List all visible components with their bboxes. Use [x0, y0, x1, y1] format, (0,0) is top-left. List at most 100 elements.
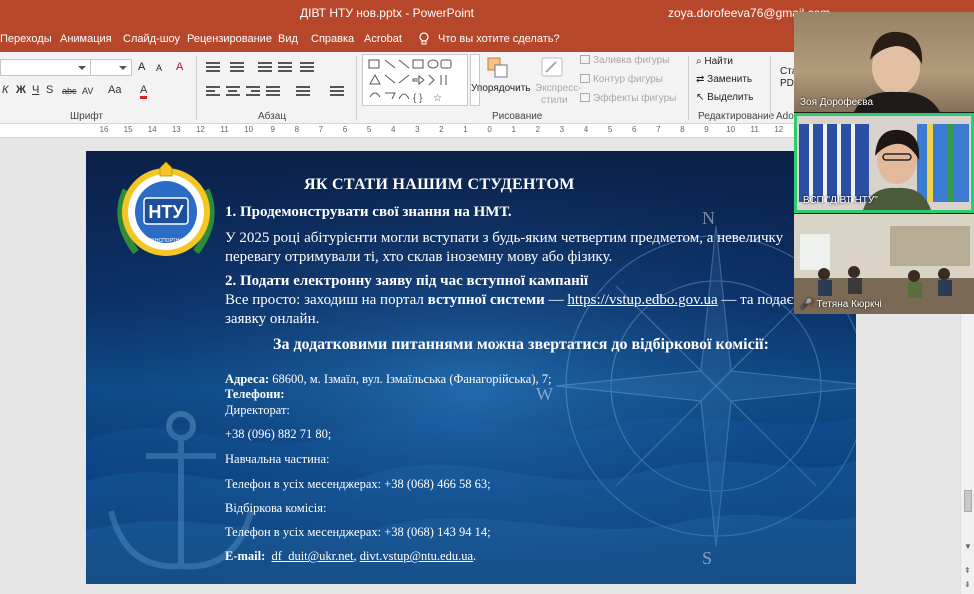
ruler-tick-label: 10 — [244, 125, 254, 134]
change-case-button[interactable]: Aa — [108, 84, 121, 96]
ruler-tick-label: 3 — [415, 125, 420, 134]
tab-transitions[interactable]: Переходы — [0, 33, 52, 45]
participant-name-1: Зоя Дорофеєва — [800, 97, 874, 108]
find-button[interactable]: ⌕ Найти — [696, 56, 733, 67]
align-right-icon[interactable] — [246, 86, 260, 98]
underline-button[interactable]: Ч — [32, 84, 39, 96]
ruler-tick-label: 12 — [195, 125, 205, 134]
ruler-tick-label: 9 — [270, 125, 275, 134]
bullets-icon[interactable] — [206, 62, 220, 74]
char-spacing-button[interactable]: AV — [82, 86, 93, 96]
tab-help[interactable]: Справка — [311, 33, 354, 45]
ruler-tick-label: 7 — [656, 125, 661, 134]
ruler-tick-label: 8 — [294, 125, 300, 134]
edbo-link[interactable]: https://vstup.edbo.gov.ua — [567, 292, 717, 308]
bold-button[interactable]: Ж — [16, 84, 26, 96]
select-button[interactable]: ↖ Выделить — [696, 92, 753, 103]
font-group-label: Шрифт — [70, 111, 103, 122]
video-tile-3[interactable]: 🎤̸ Тетяна Кюркчі — [794, 214, 974, 314]
prev-slide-icon[interactable]: ⇞ — [964, 566, 971, 575]
ruler-tick-label: 6 — [342, 125, 348, 134]
ruler-tick-label: 14 — [147, 125, 157, 134]
ruler-tick-label: 2 — [535, 125, 541, 134]
powerpoint-window: { "titlebar": { "document_title": "ДІВТ … — [0, 0, 974, 594]
tab-animations[interactable]: Анимация — [60, 33, 112, 45]
tab-acrobat[interactable]: Acrobat — [364, 33, 402, 45]
editing-group-label: Редактирование — [698, 111, 775, 122]
justify-icon[interactable] — [266, 86, 280, 98]
ruler-tick-label: 4 — [583, 125, 589, 134]
font-name-combo[interactable] — [0, 59, 90, 76]
document-title: ДІВТ НТУ нов.pptx - PowerPoint — [300, 6, 474, 20]
shape-effects-button[interactable]: Эффекты фигуры — [580, 93, 676, 104]
shapes-gallery[interactable]: { } ☆ — [362, 54, 468, 106]
numbering-icon[interactable] — [230, 62, 244, 74]
ribbon-separator — [688, 56, 689, 120]
email-link-2[interactable]: divt.vstup@ntu.edu.ua — [360, 549, 473, 563]
shadow-button[interactable]: S — [46, 84, 53, 96]
effects-icon — [580, 93, 590, 102]
tell-me-search[interactable]: Что вы хотите сделать? — [418, 32, 560, 46]
quick-styles-button[interactable]: Экспресс- — [535, 83, 582, 94]
strikethrough-button[interactable]: abc — [62, 86, 77, 96]
arrange-button[interactable]: Упорядочить — [471, 83, 531, 94]
shapes-scroll[interactable] — [470, 54, 480, 106]
video-tile-1[interactable]: Зоя Дорофеєва — [794, 12, 974, 112]
participant-name-3: 🎤̸ Тетяна Кюркчі — [800, 299, 882, 310]
align-center-icon[interactable] — [226, 86, 240, 98]
ruler-tick-label: 9 — [704, 125, 709, 134]
drawing-group-label: Рисование — [492, 111, 543, 122]
paragraph-group-label: Абзац — [258, 111, 287, 122]
slide[interactable] — [86, 151, 856, 584]
increase-indent-icon[interactable] — [278, 62, 292, 74]
ruler-tick-label: 13 — [171, 125, 181, 134]
ruler-tick-label: 5 — [366, 125, 372, 134]
ribbon-separator — [196, 56, 197, 120]
ribbon-separator — [770, 56, 771, 120]
tab-review[interactable]: Рецензирование — [187, 33, 272, 45]
replace-button[interactable]: ⇄ Заменить — [696, 74, 752, 85]
replace-icon: ⇄ — [696, 74, 708, 85]
scroll-down-icon[interactable]: ▼ — [964, 542, 972, 551]
ruler-tick-label: 11 — [220, 125, 229, 134]
tell-me-text: Что вы хотите сделать? — [438, 33, 560, 45]
tab-slideshow[interactable]: Слайд-шоу — [123, 33, 180, 45]
font-size-combo[interactable] — [90, 59, 132, 76]
email-link-1[interactable]: df_duit@ukr.net — [272, 549, 354, 563]
next-slide-icon[interactable]: ⇟ — [964, 580, 971, 589]
ruler-tick-label: 5 — [607, 125, 613, 134]
tab-view[interactable]: Вид — [278, 33, 298, 45]
arrange-icon — [486, 56, 510, 80]
shrink-font-button[interactable]: A — [156, 63, 162, 73]
lightbulb-icon — [419, 32, 429, 45]
ruler-tick-label: 11 — [750, 125, 759, 134]
quick-styles-icon — [540, 56, 566, 80]
font-color-button[interactable]: A — [140, 84, 148, 99]
shape-fill-button[interactable]: Заливка фигуры — [580, 55, 669, 66]
ruler-tick-label: 4 — [390, 125, 396, 134]
quick-styles-label-2: стили — [541, 95, 568, 106]
text-direction-icon[interactable] — [330, 86, 344, 98]
pen-outline-icon — [580, 74, 590, 83]
align-left-icon[interactable] — [206, 86, 220, 98]
grow-font-button[interactable]: A — [138, 61, 145, 73]
decrease-indent-icon[interactable] — [258, 62, 272, 74]
shape-outline-button[interactable]: Контур фигуры — [580, 74, 663, 85]
shapes-gallery-icon: { } ☆ — [368, 59, 452, 104]
ruler-tick-label: 6 — [631, 125, 637, 134]
clear-format-button[interactable]: A — [176, 61, 183, 73]
ruler-tick-label: 8 — [680, 125, 685, 134]
ruler-tick-label: 3 — [559, 125, 565, 134]
ruler-tick-label: 10 — [726, 125, 736, 134]
ruler-tick-label: 12 — [774, 125, 784, 134]
line-spacing-icon[interactable] — [300, 62, 314, 74]
italic-button[interactable]: К — [2, 84, 8, 96]
ruler-tick-label: 15 — [123, 125, 133, 134]
video-tile-2-active-speaker[interactable]: ВСП "ДІВТ НТУ" — [794, 113, 974, 213]
mic-muted-icon: 🎤̸ — [800, 299, 813, 310]
svg-text:{ }: { } — [413, 93, 423, 104]
select-cursor-icon: ↖ — [696, 92, 708, 103]
svg-text:☆: ☆ — [433, 93, 442, 104]
columns-icon[interactable] — [296, 86, 310, 98]
scrollbar-thumb[interactable] — [964, 490, 972, 512]
